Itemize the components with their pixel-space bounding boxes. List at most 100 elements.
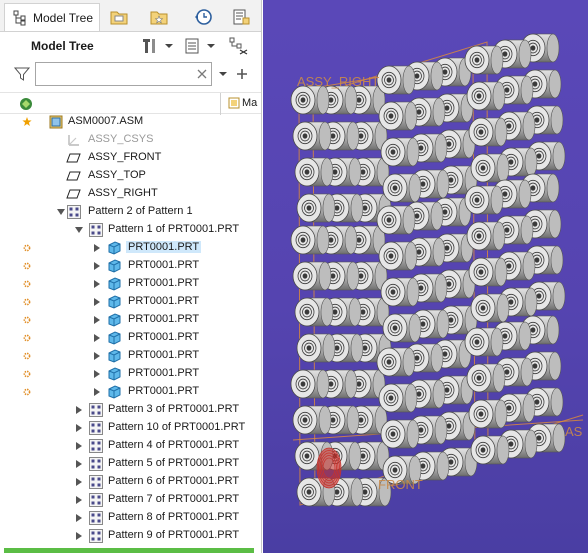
filter-icon[interactable] <box>14 66 30 82</box>
pattern-cylinder[interactable] <box>376 205 416 235</box>
pattern-cylinder[interactable] <box>382 313 422 343</box>
pattern-cylinder[interactable] <box>378 101 418 131</box>
expand-right-arrow-icon[interactable] <box>92 333 102 343</box>
tree-display-button[interactable] <box>228 36 250 56</box>
expand-right-arrow-icon[interactable] <box>92 315 102 325</box>
pattern-cylinder[interactable] <box>464 185 504 215</box>
pattern-cylinder[interactable] <box>468 257 508 287</box>
pattern-cylinder[interactable] <box>382 173 422 203</box>
chevron-down-icon[interactable] <box>218 69 228 79</box>
tree-row-part[interactable]: PRT0001.PRT <box>0 275 261 293</box>
pattern-cylinder[interactable] <box>376 65 416 95</box>
expand-right-arrow-icon[interactable] <box>74 513 84 523</box>
pattern-cylinder[interactable] <box>378 383 418 413</box>
tree-row-assembly[interactable]: ASM0007.ASM <box>0 113 261 131</box>
pattern-cylinder[interactable] <box>464 45 504 75</box>
expand-down-arrow-icon[interactable] <box>74 225 84 235</box>
tree-row-pattern[interactable]: Pattern 9 of PRT0001.PRT <box>0 527 261 545</box>
pattern-cylinder[interactable] <box>290 225 330 255</box>
expand-right-arrow-icon[interactable] <box>92 369 102 379</box>
pattern-cylinder[interactable] <box>378 241 418 271</box>
tree-row-part[interactable]: PRT0001.PRT <box>0 329 261 347</box>
pattern-cylinder[interactable] <box>292 405 332 435</box>
pattern-icon <box>89 475 103 489</box>
expand-right-arrow-icon[interactable] <box>92 387 102 397</box>
tools-menu-button[interactable] <box>142 36 174 56</box>
tree-row-pattern[interactable]: Pattern 2 of Pattern 1 <box>0 203 261 221</box>
pattern-cylinder[interactable] <box>296 193 336 223</box>
pattern-cylinder[interactable] <box>294 297 334 327</box>
tree-row-pattern[interactable]: Pattern 7 of PRT0001.PRT <box>0 491 261 509</box>
pattern-cylinder[interactable] <box>380 419 420 449</box>
regeneration-marker-icon <box>23 334 31 342</box>
tree-row-part[interactable]: PRT0001.PRT <box>0 239 261 257</box>
expand-down-arrow-icon[interactable] <box>56 207 66 217</box>
clear-icon[interactable] <box>197 69 207 79</box>
status-strip <box>4 548 254 553</box>
tree-row-pattern[interactable]: Pattern 10 of PRT0001.PRT <box>0 419 261 437</box>
expand-right-arrow-icon[interactable] <box>92 297 102 307</box>
tab-favorites[interactable] <box>144 3 174 31</box>
tree-root-icon[interactable] <box>18 96 34 112</box>
pattern-cylinder[interactable] <box>294 157 334 187</box>
add-icon[interactable] <box>236 68 248 80</box>
expand-right-arrow-icon[interactable] <box>92 351 102 361</box>
tab-layers[interactable] <box>104 3 134 31</box>
column-divider[interactable] <box>220 93 221 115</box>
tree-row-part[interactable]: PRT0001.PRT <box>0 347 261 365</box>
tree-row-pattern[interactable]: Pattern 6 of PRT0001.PRT <box>0 473 261 491</box>
tab-model-tree[interactable]: Model Tree <box>4 3 100 31</box>
tree-row-part[interactable]: PRT0001.PRT <box>0 365 261 383</box>
expand-right-arrow-icon[interactable] <box>92 261 102 271</box>
tree-row-plane[interactable]: ASSY_RIGHT <box>0 185 261 203</box>
pattern-cylinder[interactable] <box>468 399 508 429</box>
pattern-cylinder[interactable] <box>292 261 332 291</box>
column-header-ma[interactable]: Ma <box>228 97 257 109</box>
pattern-cylinder[interactable] <box>466 81 506 111</box>
tab-history[interactable] <box>188 3 218 31</box>
settings-menu-button[interactable] <box>184 36 216 56</box>
tree-row-label: ASSY_TOP <box>88 169 146 181</box>
filter-input[interactable] <box>38 65 188 83</box>
expand-right-arrow-icon[interactable] <box>74 405 84 415</box>
pattern-cylinder[interactable] <box>464 327 504 357</box>
expand-right-arrow-icon[interactable] <box>92 243 102 253</box>
tree-row-label: PRT0001.PRT <box>128 295 200 307</box>
tree-row-pattern[interactable]: Pattern 3 of PRT0001.PRT <box>0 401 261 419</box>
tree-row-plane[interactable]: ASSY_FRONT <box>0 149 261 167</box>
assembly-scene[interactable]: ASSY_RIGHT AS FRONT <box>263 0 588 553</box>
pattern-cylinder[interactable] <box>290 85 330 115</box>
pattern-cylinder[interactable] <box>380 277 420 307</box>
expand-right-arrow-icon[interactable] <box>74 441 84 451</box>
pattern-cylinder[interactable] <box>466 363 506 393</box>
pattern-cylinder[interactable] <box>290 369 330 399</box>
pattern-cylinder[interactable] <box>292 121 332 151</box>
tab-properties[interactable] <box>226 3 256 31</box>
tree-row-part[interactable]: PRT0001.PRT <box>0 383 261 401</box>
tree-row-pattern[interactable]: Pattern 8 of PRT0001.PRT <box>0 509 261 527</box>
expand-right-arrow-icon[interactable] <box>74 423 84 433</box>
pattern-cylinder[interactable] <box>470 435 510 465</box>
pattern-cylinder[interactable] <box>376 347 416 377</box>
graphics-viewport[interactable]: ASSY_RIGHT AS FRONT <box>263 0 588 553</box>
front-label: FRONT <box>378 477 423 492</box>
tree-row-plane[interactable]: ASSY_TOP <box>0 167 261 185</box>
tree-row-part[interactable]: PRT0001.PRT <box>0 311 261 329</box>
tree-row-part[interactable]: PRT0001.PRT <box>0 257 261 275</box>
expand-right-arrow-icon[interactable] <box>74 495 84 505</box>
tree-row-pattern[interactable]: Pattern 5 of PRT0001.PRT <box>0 455 261 473</box>
expand-right-arrow-icon[interactable] <box>74 459 84 469</box>
pattern-cylinder[interactable] <box>470 293 510 323</box>
pattern-cylinder[interactable] <box>470 153 510 183</box>
pattern-cylinder[interactable] <box>296 333 336 363</box>
expand-right-arrow-icon[interactable] <box>74 477 84 487</box>
tree-row-pattern[interactable]: Pattern 1 of PRT0001.PRT <box>0 221 261 239</box>
pattern-cylinder[interactable] <box>468 117 508 147</box>
tree-row-part[interactable]: PRT0001.PRT <box>0 293 261 311</box>
pattern-cylinder[interactable] <box>466 221 506 251</box>
tree-row-csys[interactable]: ASSY_CSYS <box>0 131 261 149</box>
expand-right-arrow-icon[interactable] <box>74 531 84 541</box>
expand-right-arrow-icon[interactable] <box>92 279 102 289</box>
pattern-cylinder[interactable] <box>380 137 420 167</box>
tree-row-pattern[interactable]: Pattern 4 of PRT0001.PRT <box>0 437 261 455</box>
